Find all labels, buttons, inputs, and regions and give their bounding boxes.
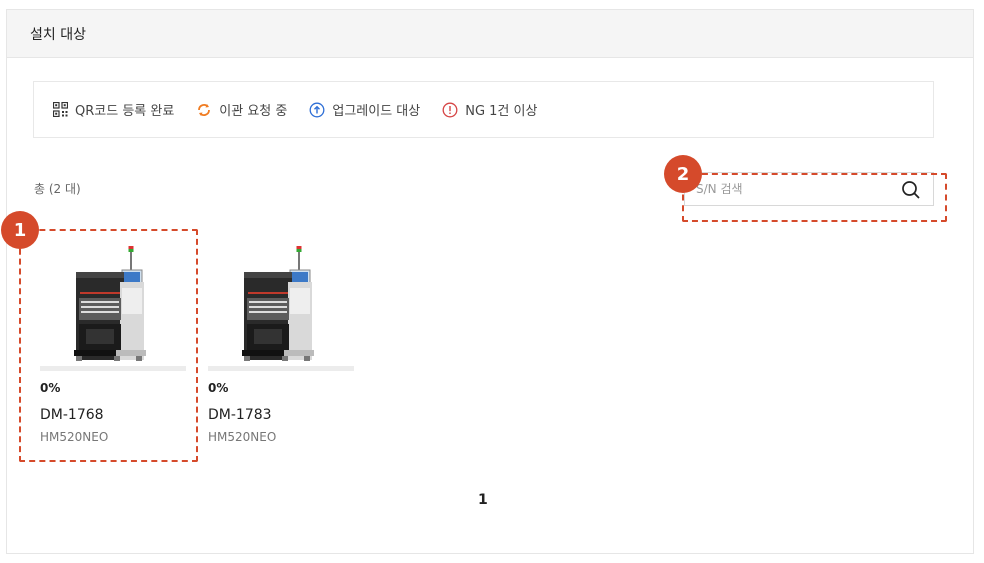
panel-title: 설치 대상 bbox=[30, 26, 86, 43]
device-serial: DM-1783 bbox=[208, 407, 272, 423]
progress-bar bbox=[208, 366, 354, 371]
warning-icon bbox=[442, 102, 458, 118]
panel-header: 설치 대상 bbox=[7, 10, 973, 58]
status-legend: QR코드 등록 완료 이관 요청 중 업그레이드 대상 NG 1건 이상 bbox=[33, 81, 934, 138]
pagination-page-1[interactable]: 1 bbox=[478, 492, 488, 508]
legend-label: NG 1건 이상 bbox=[465, 104, 538, 119]
machine-image bbox=[208, 236, 354, 362]
legend-item-upgrade-target: 업그레이드 대상 bbox=[309, 100, 420, 119]
device-model: HM520NEO bbox=[208, 430, 277, 444]
refresh-icon bbox=[196, 102, 212, 118]
legend-item-qr-registered: QR코드 등록 완료 bbox=[52, 100, 174, 119]
device-card[interactable]: 0% DM-1783 HM520NEO bbox=[208, 236, 354, 444]
annotation-box-search bbox=[682, 173, 947, 222]
upgrade-arrow-icon bbox=[309, 102, 325, 118]
annotation-badge: 1 bbox=[1, 211, 39, 249]
qr-code-icon bbox=[52, 102, 68, 118]
legend-label: QR코드 등록 완료 bbox=[75, 104, 175, 119]
progress-percent: 0% bbox=[208, 381, 229, 395]
annotation-badge: 2 bbox=[664, 155, 702, 193]
legend-label: 업그레이드 대상 bbox=[332, 104, 421, 119]
legend-label: 이관 요청 중 bbox=[219, 104, 288, 119]
device-total-count: 총 (2 대) bbox=[34, 182, 81, 196]
legend-item-transfer-requested: 이관 요청 중 bbox=[196, 100, 287, 119]
legend-item-ng: NG 1건 이상 bbox=[442, 100, 537, 119]
annotation-box-device-card bbox=[19, 229, 198, 462]
